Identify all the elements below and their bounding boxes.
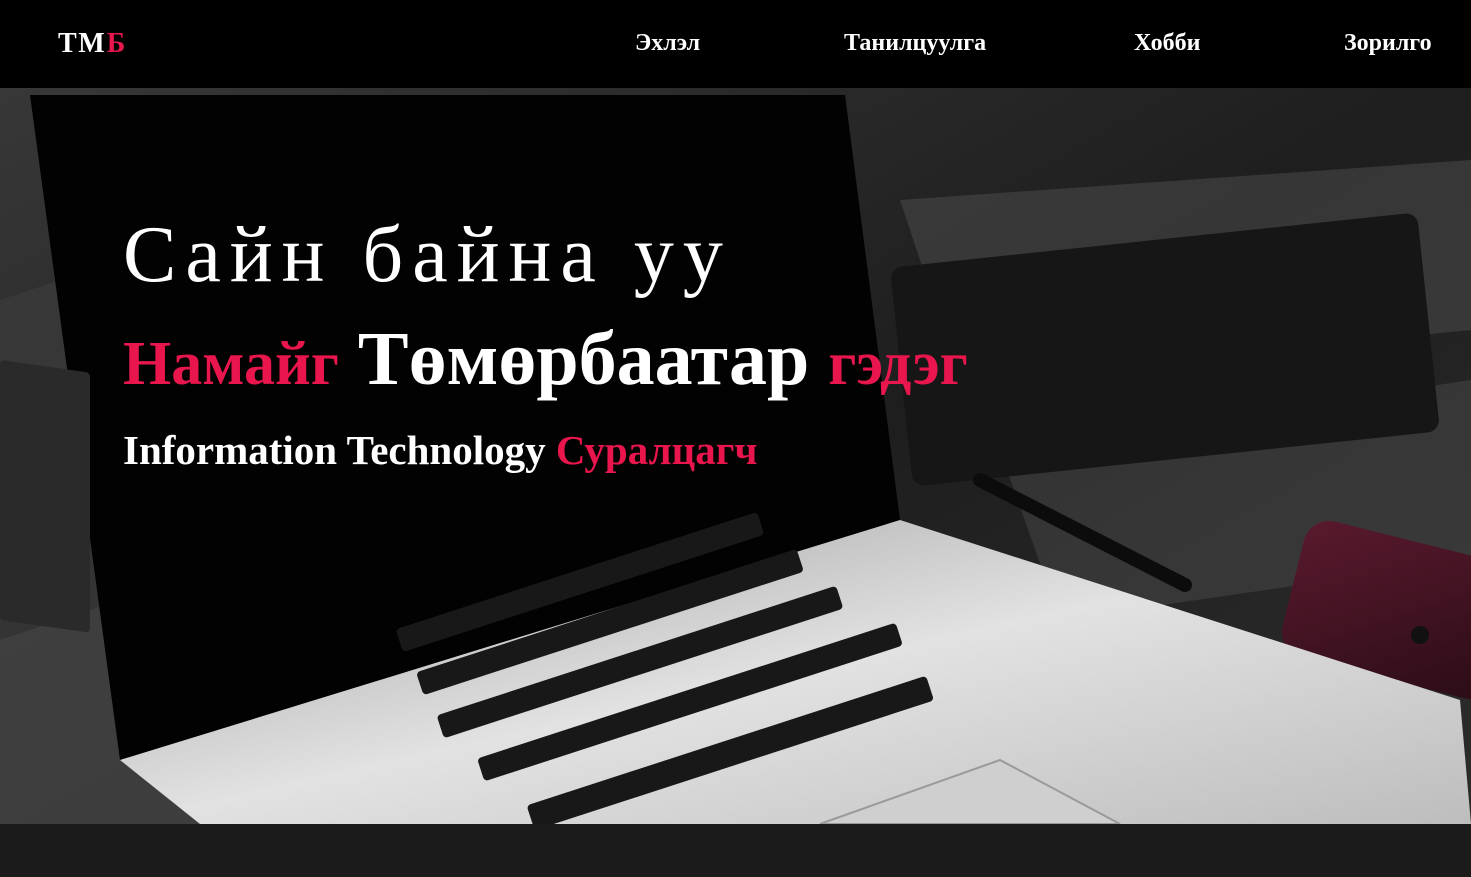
intro-suffix: гэдэг [828, 330, 968, 398]
logo-main-text: ТМ [58, 28, 107, 59]
laptop-photo-background [0, 0, 1471, 824]
hero-intro: Намайг Төмөрбаатар гэдэг [123, 316, 968, 403]
hero-role: Information Technology Суралцагч [123, 426, 757, 474]
nav-link-hobby[interactable]: Хобби [1134, 30, 1200, 57]
nav-link-goal[interactable]: Зорилго [1344, 30, 1432, 57]
role-accent: Суралцагч [555, 427, 758, 473]
navbar: ТМБ Эхлэл Танилцуулга Хобби Зорилго [0, 0, 1471, 88]
nav-link-about[interactable]: Танилцуулга [844, 30, 986, 57]
nav-link-home[interactable]: Эхлэл [635, 30, 700, 57]
hero-greeting: Сайн байна уу [123, 211, 732, 299]
site-logo[interactable]: ТМБ [58, 28, 127, 60]
hero-name: Төмөрбаатар [357, 317, 810, 401]
hero-section [0, 0, 1471, 824]
logo-accent-text: Б [106, 28, 128, 59]
footer-strip [0, 824, 1471, 877]
intro-prefix: Намайг [123, 330, 339, 398]
role-main: Information Technology [123, 427, 546, 473]
